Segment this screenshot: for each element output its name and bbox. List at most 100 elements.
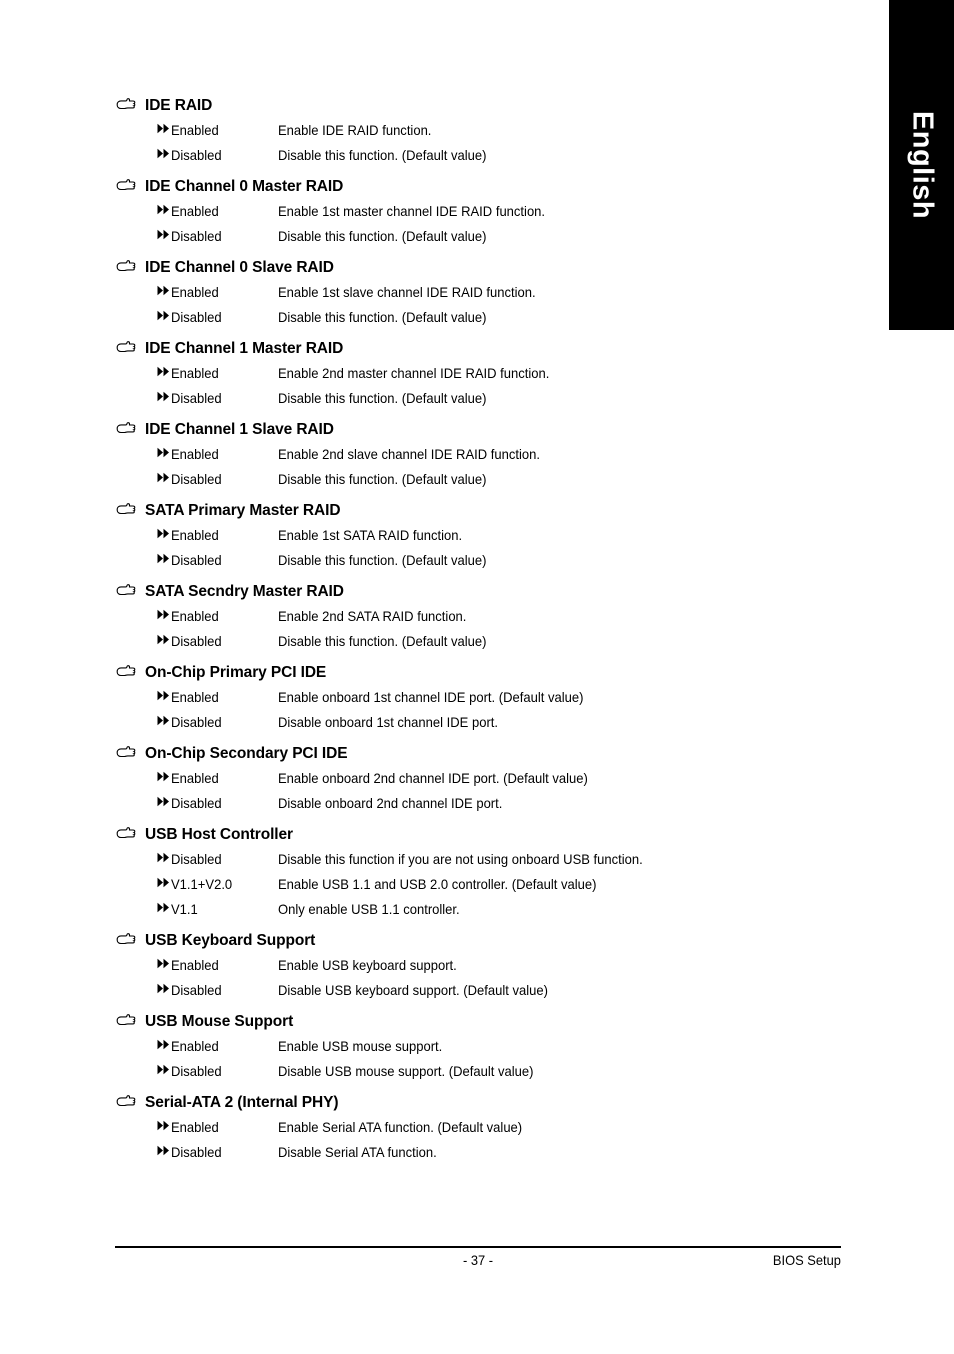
option-row: Disabled Disable onboard 2nd channel IDE …	[115, 795, 855, 820]
option-label: Enabled	[171, 689, 219, 705]
option-row: Enabled Enable Serial ATA function. (Defa…	[115, 1119, 855, 1144]
section-title: On-Chip Secondary PCI IDE	[145, 745, 348, 762]
bios-option-section: USB Keyboard Support Enabled Enable USB ke…	[115, 931, 855, 1007]
option-row: Enabled Enable 1st slave channel IDE RAID…	[115, 284, 855, 309]
bios-option-section: IDE Channel 1 Slave RAID Enabled Enable 2n…	[115, 420, 855, 496]
double-right-arrow-icon	[157, 472, 171, 483]
bios-option-section: On-Chip Secondary PCI IDE Enabled Enable o…	[115, 744, 855, 820]
pointing-hand-icon	[115, 932, 145, 946]
option-label: Enabled	[171, 203, 219, 219]
section-heading: IDE Channel 0 Slave RAID	[115, 258, 855, 280]
option-description: Enable onboard 2nd channel IDE port. (De…	[278, 770, 588, 786]
double-right-arrow-icon	[157, 310, 171, 321]
option-description: Enable 1st master channel IDE RAID funct…	[278, 203, 546, 219]
bios-option-section: USB Mouse Support Enabled Enable USB mouse…	[115, 1012, 855, 1088]
double-right-arrow-icon	[157, 204, 171, 215]
bios-option-section: IDE Channel 0 Slave RAID Enabled Enable 1s…	[115, 258, 855, 334]
section-heading: IDE RAID	[115, 96, 855, 118]
option-description: Disable this function. (Default value)	[278, 390, 487, 406]
pointing-hand-icon	[115, 259, 145, 273]
option-label: V1.1	[171, 901, 198, 917]
option-label: Disabled	[171, 633, 222, 649]
double-right-arrow-icon	[157, 229, 171, 240]
section-title: On-Chip Primary PCI IDE	[145, 664, 327, 681]
option-description: Enable USB 1.1 and USB 2.0 controller. (…	[278, 876, 597, 892]
option-row: Disabled Disable Serial ATA function.	[115, 1144, 855, 1169]
option-label: Disabled	[171, 147, 222, 163]
double-right-arrow-icon	[157, 715, 171, 726]
option-label: Disabled	[171, 471, 222, 487]
option-description: Enable IDE RAID function.	[278, 122, 432, 138]
double-right-arrow-icon	[157, 1120, 171, 1131]
option-row: V1.1 Only enable USB 1.1 controller.	[115, 901, 855, 926]
option-row: Disabled Disable this function. (Default …	[115, 552, 855, 577]
option-description: Enable 2nd slave channel IDE RAID functi…	[278, 446, 541, 462]
pointing-hand-icon	[115, 340, 145, 354]
option-row: Disabled Disable this function. (Default …	[115, 309, 855, 334]
bios-options-list: IDE RAID Enabled Enable IDE RAID function.…	[115, 96, 855, 1174]
option-row: Disabled Disable this function. (Default …	[115, 633, 855, 658]
section-heading: USB Host Controller	[115, 825, 855, 847]
option-label: Enabled	[171, 608, 219, 624]
option-description: Disable this function if you are not usi…	[278, 851, 643, 867]
double-right-arrow-icon	[157, 1064, 171, 1075]
option-description: Disable this function. (Default value)	[278, 471, 487, 487]
option-row: Disabled Disable this function. (Default …	[115, 228, 855, 253]
pointing-hand-icon	[115, 745, 145, 759]
option-description: Disable USB keyboard support. (Default v…	[278, 982, 548, 998]
option-description: Disable onboard 2nd channel IDE port.	[278, 795, 503, 811]
option-label: Enabled	[171, 446, 219, 462]
option-description: Disable Serial ATA function.	[278, 1144, 437, 1160]
option-row: Enabled Enable 1st SATA RAID function.	[115, 527, 855, 552]
double-right-arrow-icon	[157, 148, 171, 159]
option-row: Disabled Disable this function if you are…	[115, 851, 855, 876]
footer-chapter-label: BIOS Setup	[772, 1252, 841, 1268]
section-title: Serial-ATA 2 (Internal PHY)	[145, 1094, 339, 1111]
option-row: Disabled Disable this function. (Default …	[115, 471, 855, 496]
option-row: V1.1+V2.0 Enable USB 1.1 and USB 2.0 cont…	[115, 876, 855, 901]
option-description: Only enable USB 1.1 controller.	[278, 901, 460, 917]
option-description: Disable this function. (Default value)	[278, 309, 487, 325]
double-right-arrow-icon	[157, 902, 171, 913]
section-title: IDE Channel 0 Slave RAID	[145, 259, 334, 276]
option-description: Disable this function. (Default value)	[278, 552, 487, 568]
page-footer: - 37 - BIOS Setup	[115, 1246, 841, 1276]
option-description: Enable 1st slave channel IDE RAID functi…	[278, 284, 536, 300]
pointing-hand-icon	[115, 502, 145, 516]
option-label: Enabled	[171, 957, 219, 973]
double-right-arrow-icon	[157, 553, 171, 564]
page-number: - 37 -	[462, 1252, 494, 1268]
option-label: Enabled	[171, 122, 219, 138]
option-label: Disabled	[171, 552, 222, 568]
double-right-arrow-icon	[157, 877, 171, 888]
option-description: Disable USB mouse support. (Default valu…	[278, 1063, 534, 1079]
manual-page: English IDE RAID Enabled Enable IDE RAID f…	[0, 0, 954, 1354]
option-row: Enabled Enable onboard 1st channel IDE po…	[115, 689, 855, 714]
section-title: USB Keyboard Support	[145, 932, 316, 949]
double-right-arrow-icon	[157, 447, 171, 458]
section-heading: IDE Channel 1 Master RAID	[115, 339, 855, 361]
option-description: Disable this function. (Default value)	[278, 147, 487, 163]
language-tab-label: English	[906, 110, 938, 220]
section-title: IDE Channel 0 Master RAID	[145, 178, 344, 195]
option-label: Enabled	[171, 1119, 219, 1135]
option-row: Enabled Enable USB mouse support.	[115, 1038, 855, 1063]
footer-divider	[115, 1246, 841, 1248]
double-right-arrow-icon	[157, 528, 171, 539]
option-description: Disable this function. (Default value)	[278, 228, 487, 244]
section-title: USB Mouse Support	[145, 1013, 294, 1030]
option-label: Enabled	[171, 1038, 219, 1054]
pointing-hand-icon	[115, 664, 145, 678]
option-row: Enabled Enable 2nd master channel IDE RAI…	[115, 365, 855, 390]
section-title: IDE Channel 1 Master RAID	[145, 340, 344, 357]
section-heading: SATA Secndry Master RAID	[115, 582, 855, 604]
pointing-hand-icon	[115, 421, 145, 435]
section-heading: USB Mouse Support	[115, 1012, 855, 1034]
bios-option-section: IDE Channel 1 Master RAID Enabled Enable 2…	[115, 339, 855, 415]
option-label: Disabled	[171, 228, 222, 244]
option-description: Disable onboard 1st channel IDE port.	[278, 714, 499, 730]
option-label: Disabled	[171, 390, 222, 406]
option-description: Enable onboard 1st channel IDE port. (De…	[278, 689, 584, 705]
double-right-arrow-icon	[157, 285, 171, 296]
double-right-arrow-icon	[157, 391, 171, 402]
